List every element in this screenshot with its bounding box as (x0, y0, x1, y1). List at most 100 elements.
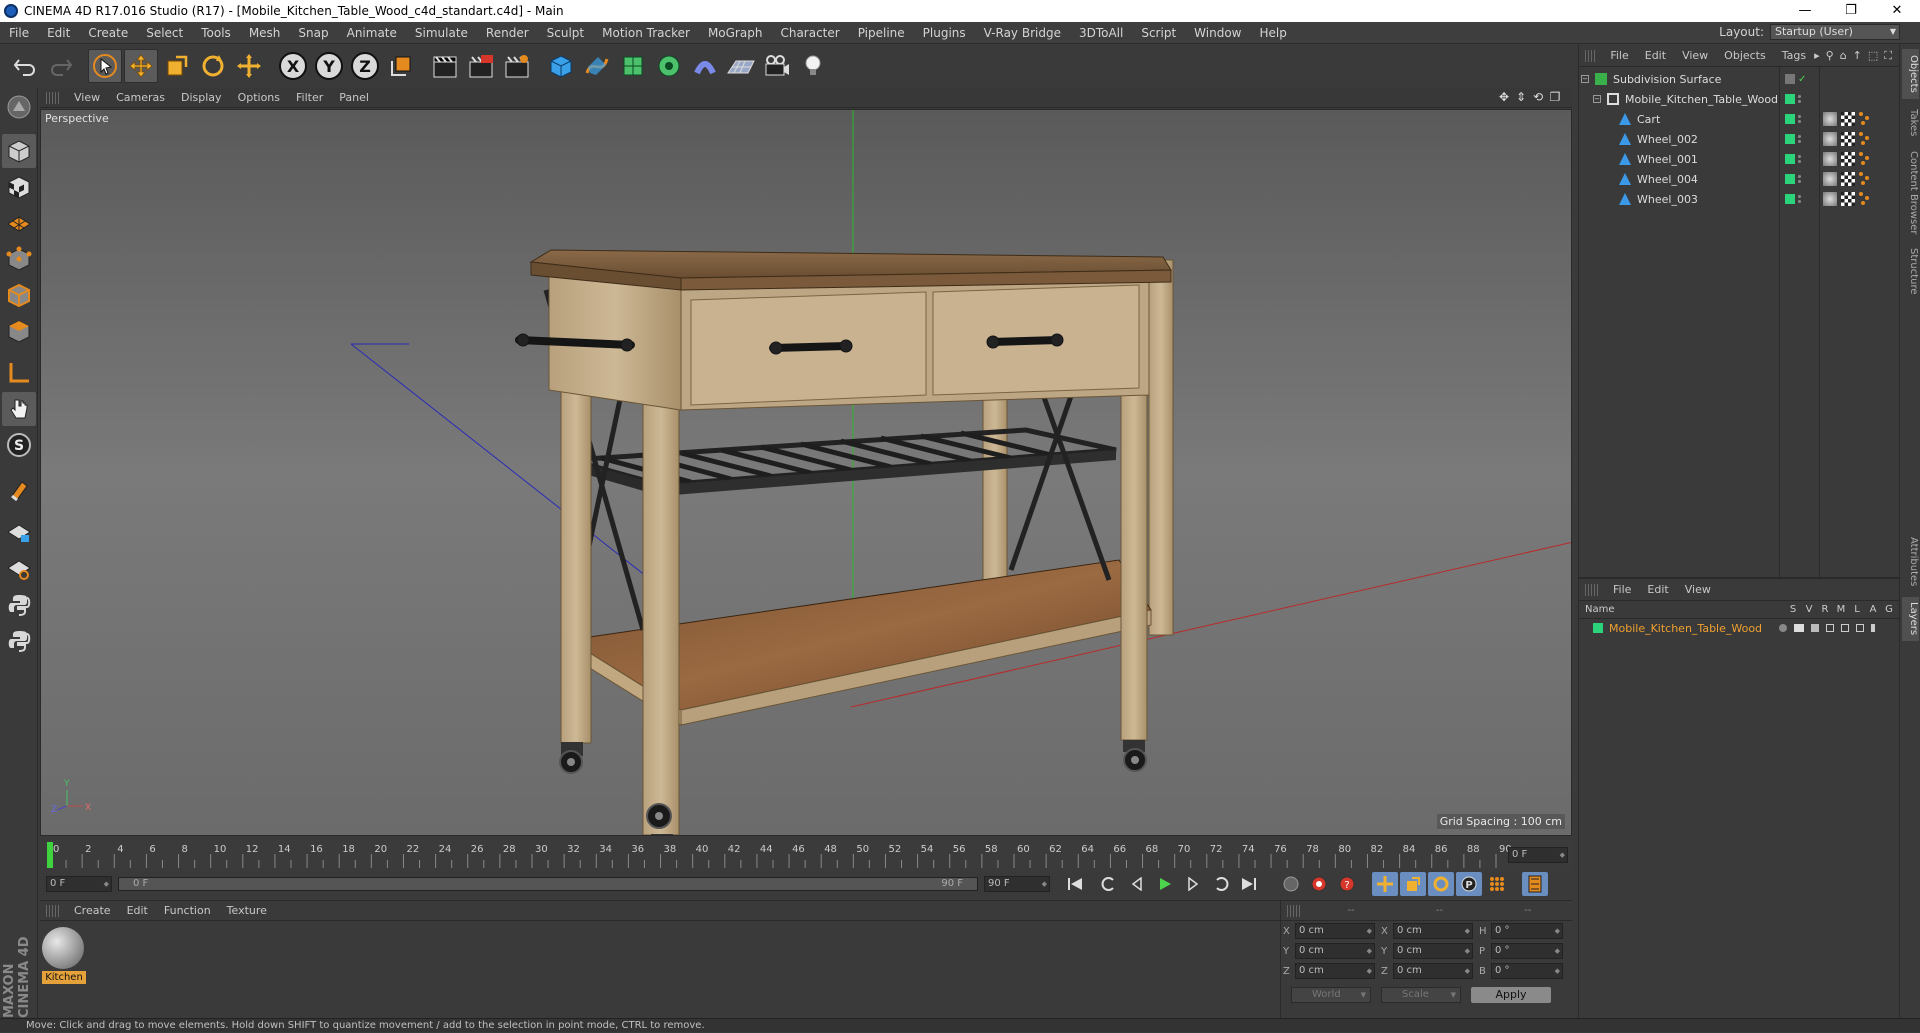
go-to-start-button[interactable] (1062, 872, 1088, 896)
generator-icon[interactable] (1871, 624, 1875, 632)
snap-button[interactable]: S (2, 428, 36, 462)
point-level-key-button[interactable] (1484, 872, 1510, 896)
coordinate-space-dropdown[interactable]: World (1291, 987, 1371, 1003)
layer-color-tag[interactable] (1785, 94, 1795, 104)
material-menu-edit[interactable]: Edit (119, 904, 156, 917)
rotation-key-button[interactable] (1428, 872, 1454, 896)
texture-tag-icon[interactable] (1841, 192, 1855, 206)
y-axis-lock-button[interactable]: Y (312, 49, 346, 83)
render-clapper-icon[interactable] (1811, 624, 1819, 632)
material-tag-icon[interactable] (1823, 192, 1837, 206)
render-view-button[interactable] (428, 49, 462, 83)
object-row[interactable]: Wheel_002 (1579, 129, 1899, 149)
dolly-view-icon[interactable]: ⇕ (1514, 90, 1528, 104)
material-menu-texture[interactable]: Texture (219, 904, 275, 917)
make-editable-button[interactable] (2, 90, 36, 124)
autokey-button[interactable] (1306, 872, 1332, 896)
selection-tag-icon[interactable] (1859, 132, 1873, 146)
toggle-view-icon[interactable]: ❐ (1548, 90, 1562, 104)
viewport-menu-panel[interactable]: Panel (331, 91, 377, 104)
coordinate-mode-dropdown[interactable]: Scale (1381, 987, 1461, 1003)
render-picture-viewer-button[interactable] (464, 49, 498, 83)
viewport-menu-view[interactable]: View (66, 91, 108, 104)
recent-tools-button[interactable] (232, 49, 266, 83)
menu-sculpt[interactable]: Sculpt (538, 22, 593, 44)
menu-render[interactable]: Render (477, 22, 538, 44)
visibility-toggles[interactable] (1785, 114, 1801, 124)
menu-create[interactable]: Create (79, 22, 137, 44)
object-row[interactable]: − Mobile_Kitchen_Table_Wood (1579, 89, 1899, 109)
frame-range-slider[interactable]: 0 F 90 F (118, 877, 978, 891)
z-axis-lock-button[interactable]: Z (348, 49, 382, 83)
x-axis-lock-button[interactable]: X (276, 49, 310, 83)
menu-select[interactable]: Select (137, 22, 192, 44)
object-row[interactable]: Cart (1579, 109, 1899, 129)
visibility-toggles[interactable] (1785, 194, 1801, 204)
layer-row[interactable]: Mobile_Kitchen_Table_Wood (1579, 619, 1899, 637)
menu-window[interactable]: Window (1185, 22, 1250, 44)
minimize-button[interactable]: — (1782, 0, 1828, 22)
menu-v-ray-bridge[interactable]: V-Ray Bridge (975, 22, 1070, 44)
texture-tag-icon[interactable] (1841, 132, 1855, 146)
tab-layers[interactable]: Layers (1902, 597, 1919, 641)
move-tool-button[interactable] (124, 49, 158, 83)
menu-animate[interactable]: Animate (338, 22, 406, 44)
layout-dropdown[interactable]: Startup (User) (1770, 24, 1900, 40)
material-tag-icon[interactable] (1823, 132, 1837, 146)
rotate-view-icon[interactable]: ⟲ (1531, 90, 1545, 104)
position-z-field[interactable]: 0 cm (1295, 963, 1375, 979)
more-arrow-icon[interactable]: ▸ (1814, 49, 1820, 63)
layer-off-icon[interactable] (1785, 74, 1795, 84)
go-to-end-button[interactable] (1236, 872, 1262, 896)
tab-structure[interactable]: Structure (1902, 243, 1919, 299)
python-script-button-1[interactable] (2, 588, 36, 622)
menu-character[interactable]: Character (771, 22, 848, 44)
solo-dot-icon[interactable] (1779, 624, 1787, 632)
object-tags[interactable] (1823, 132, 1873, 146)
next-frame-button[interactable] (1180, 872, 1206, 896)
layer-column-animation[interactable]: A (1865, 604, 1881, 615)
visibility-dots-icon[interactable] (1798, 175, 1801, 183)
lock-icon[interactable] (1841, 624, 1849, 632)
menu-edit[interactable]: Edit (38, 22, 79, 44)
timeline-ruler[interactable]: 0 2 4 6 8 10 12 14 16 18 20 22 24 26 28 30 32 34 36 38 40 42 4… (40, 840, 1572, 870)
object-tags[interactable] (1823, 112, 1873, 126)
visibility-toggles[interactable] (1785, 134, 1801, 144)
subdivision-surface-button[interactable] (616, 49, 650, 83)
pan-view-icon[interactable]: ✥ (1497, 90, 1511, 104)
texture-tag-icon[interactable] (1841, 172, 1855, 186)
objects-menu-file[interactable]: File (1602, 49, 1636, 62)
axis-mode-button[interactable] (2, 356, 36, 390)
object-row[interactable]: − Subdivision Surface ✓ (1579, 69, 1899, 89)
menu-mograph[interactable]: MoGraph (699, 22, 772, 44)
layer-column-solo[interactable]: S (1785, 604, 1801, 615)
points-mode-button[interactable] (2, 242, 36, 276)
position-key-button[interactable] (1372, 872, 1398, 896)
redo-button[interactable] (44, 49, 78, 83)
layer-color-tag[interactable] (1785, 114, 1795, 124)
tab-content-browser[interactable]: Content Browser (1902, 147, 1919, 239)
panel-grip[interactable] (46, 91, 60, 104)
home-icon[interactable]: ⌂ (1840, 49, 1847, 63)
go-to-previous-key-button[interactable] (1096, 872, 1122, 896)
viewport-menu-cameras[interactable]: Cameras (108, 91, 173, 104)
position-y-field[interactable]: 0 cm (1295, 943, 1375, 959)
floor-button[interactable] (724, 49, 758, 83)
scale-tool-button[interactable] (160, 49, 194, 83)
workplane-mode-button[interactable] (2, 206, 36, 240)
light-button[interactable] (796, 49, 830, 83)
layer-column-render[interactable]: R (1817, 604, 1833, 615)
texture-tag-icon[interactable] (1841, 152, 1855, 166)
animation-icon[interactable] (1856, 624, 1864, 632)
visibility-dots-icon[interactable] (1798, 135, 1801, 143)
selection-tag-icon[interactable] (1859, 172, 1873, 186)
menu-simulate[interactable]: Simulate (406, 22, 477, 44)
viewport-menu-filter[interactable]: Filter (288, 91, 331, 104)
layer-color-tag[interactable] (1785, 134, 1795, 144)
deformer-button[interactable] (688, 49, 722, 83)
visibility-dots-icon[interactable] (1798, 155, 1801, 163)
python-script-button-2[interactable] (2, 624, 36, 658)
undo-button[interactable] (8, 49, 42, 83)
tab-attributes[interactable]: Attributes (1902, 531, 1919, 593)
selection-tag-icon[interactable] (1859, 152, 1873, 166)
